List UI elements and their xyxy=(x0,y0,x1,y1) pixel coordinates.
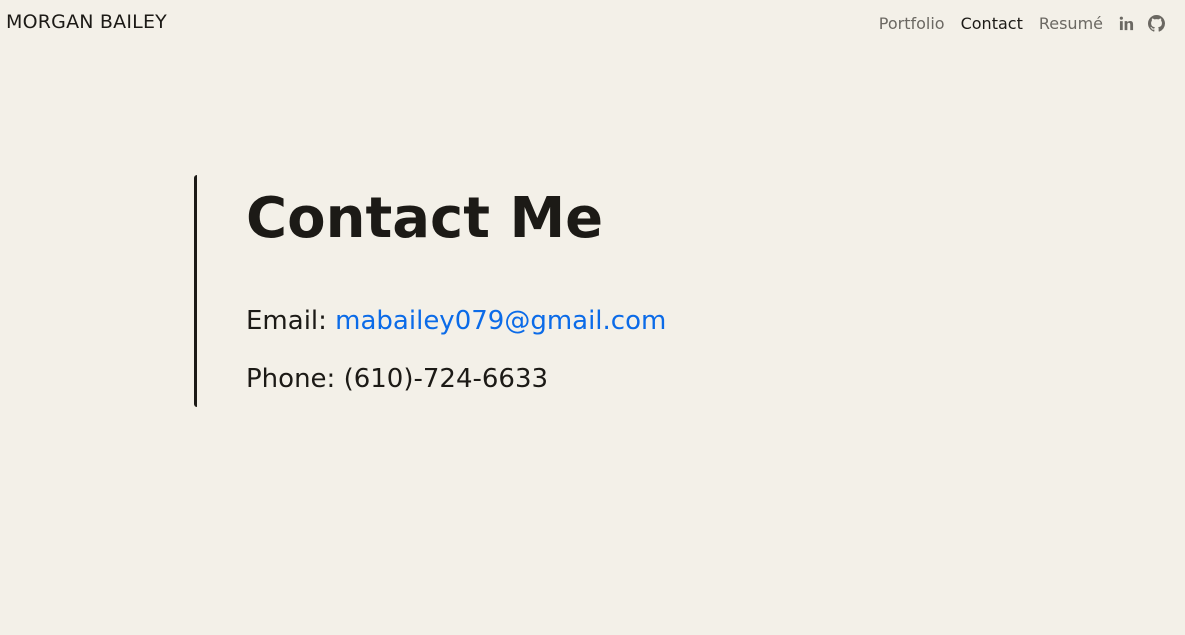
top-nav: Portfolio Contact Resumé xyxy=(879,0,1185,46)
phone-label: Phone: xyxy=(246,364,336,394)
linkedin-icon[interactable] xyxy=(1117,14,1135,32)
email-link[interactable]: mabailey079@gmail.com xyxy=(335,306,666,336)
page: MORGAN BAILEY Portfolio Contact Resumé C… xyxy=(0,0,1185,635)
email-line: Email: mabailey079@gmail.com xyxy=(246,305,894,337)
phone-line: Phone: (610)-724-6633 xyxy=(246,363,894,395)
brand-link[interactable]: MORGAN BAILEY xyxy=(6,11,167,33)
phone-value: (610)-724-6633 xyxy=(343,364,549,394)
page-title: Contact Me xyxy=(246,186,604,251)
nav-resume-link[interactable]: Resumé xyxy=(1039,14,1103,33)
nav-contact-link[interactable]: Contact xyxy=(961,14,1023,33)
nav-portfolio-link[interactable]: Portfolio xyxy=(879,14,945,33)
contact-section: Contact Me Email: mabailey079@gmail.com … xyxy=(194,175,894,407)
github-icon[interactable] xyxy=(1147,14,1165,32)
email-label: Email: xyxy=(246,306,327,336)
